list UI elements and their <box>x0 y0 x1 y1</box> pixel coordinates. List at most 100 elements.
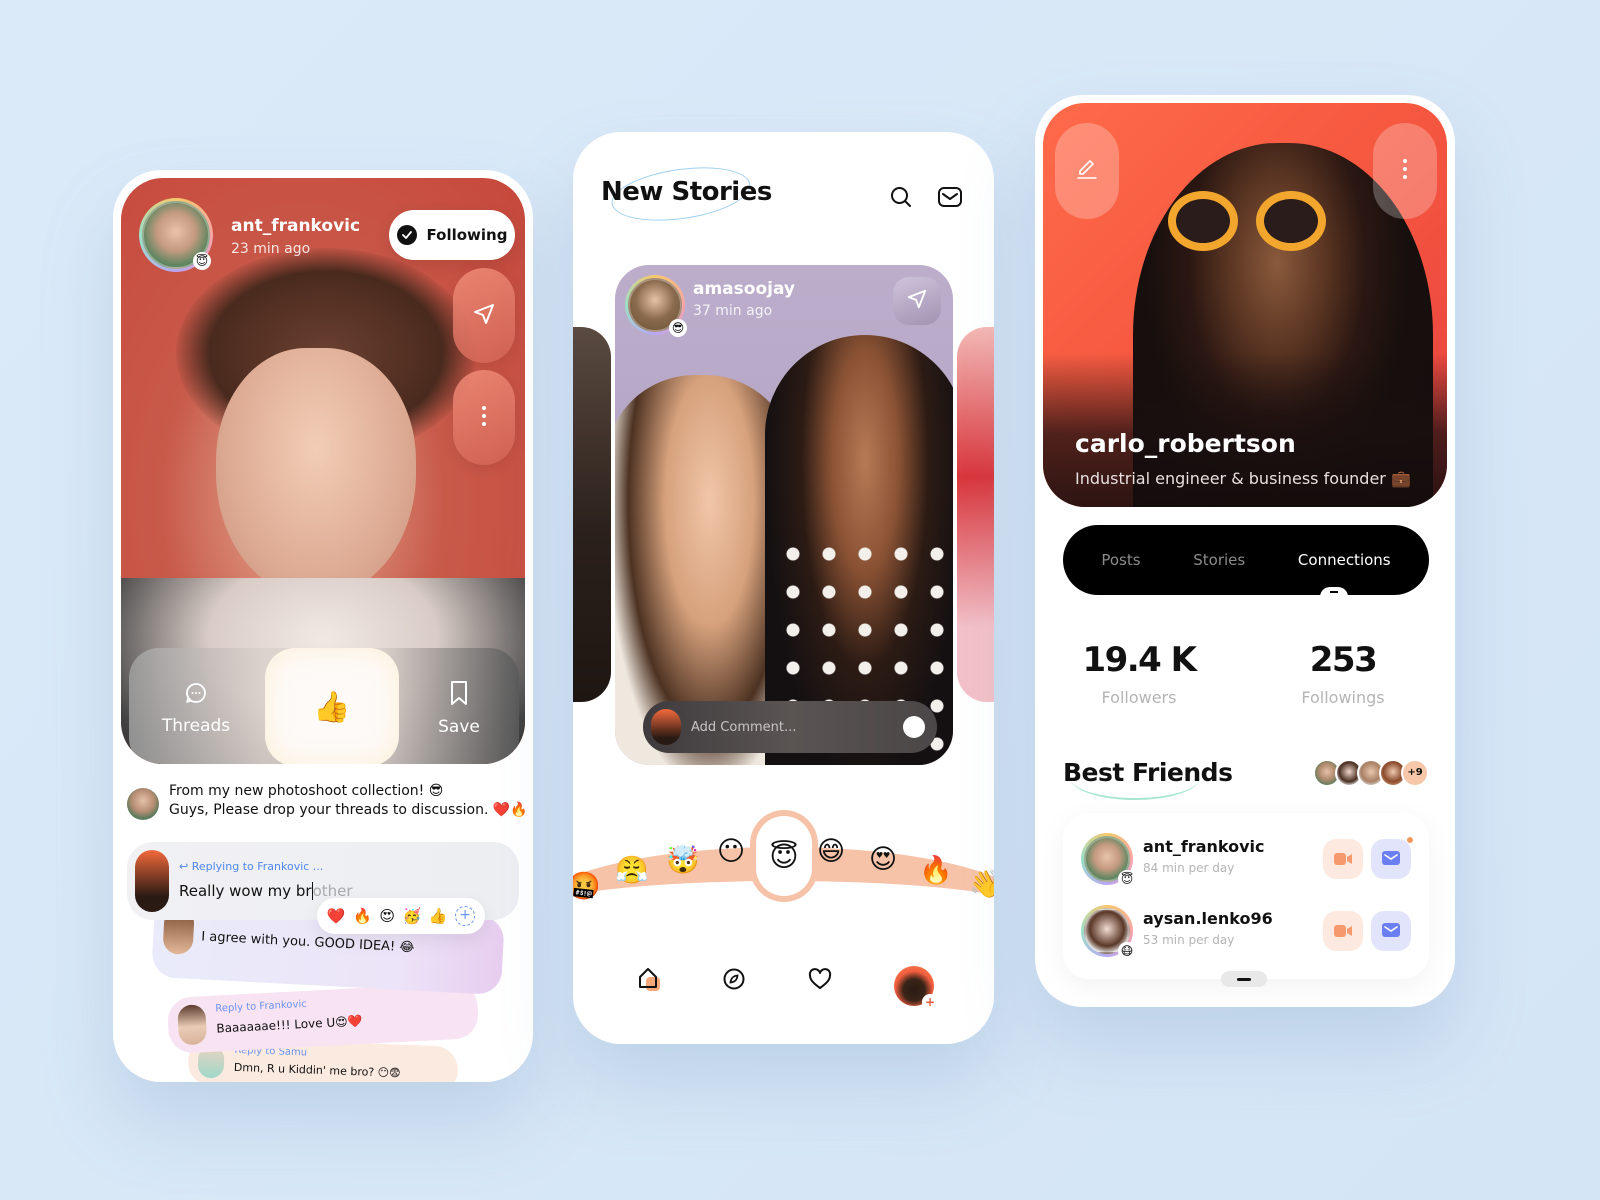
friend-avatar: 😷 <box>1081 905 1136 960</box>
best-friends-title: Best Friends <box>1063 758 1233 787</box>
post-action-bar: Threads 👍 Save <box>129 648 519 764</box>
reaction-emoji[interactable]: 🔥 <box>919 854 953 886</box>
heart-icon <box>808 968 832 994</box>
previous-story[interactable] <box>573 327 611 702</box>
story-author-avatar[interactable]: 😎 <box>625 275 687 337</box>
reply-input[interactable]: Really wow my brother <box>179 882 353 900</box>
friend-row[interactable]: 😷 aysan.lenko96 53 min per day <box>1081 905 1421 960</box>
profile-screen: carlo_robertson Industrial engineer & bu… <box>1035 95 1455 1007</box>
nav-explore[interactable] <box>719 966 749 996</box>
selected-reaction[interactable]: 😇 <box>756 816 812 896</box>
reaction-heart[interactable]: ❤️ <box>327 907 346 925</box>
edit-icon <box>1075 157 1099 185</box>
mail-icon <box>937 186 963 212</box>
story-username[interactable]: amasoojay <box>693 279 795 299</box>
followers-count: 19.4 K <box>1082 640 1197 680</box>
author-avatar[interactable]: 😇 <box>139 198 213 272</box>
tab-posts[interactable]: Posts <box>1101 551 1140 569</box>
followers-stat[interactable]: 19.4 K Followers <box>1059 640 1219 707</box>
mood-badge: 😇 <box>1118 870 1136 888</box>
explore-icon <box>722 967 746 995</box>
tab-connections[interactable]: Connections <box>1298 551 1391 569</box>
video-call-button[interactable] <box>1323 839 1363 879</box>
add-reaction-icon[interactable]: + <box>455 906 476 926</box>
sticker-icon[interactable] <box>903 716 925 738</box>
caption-line-2: Guys, Please drop your threads to discus… <box>169 802 528 818</box>
video-call-button[interactable] <box>1323 911 1363 951</box>
share-icon <box>472 302 496 330</box>
nav-home[interactable] <box>635 966 665 996</box>
friend-avatar: 😇 <box>1081 833 1136 888</box>
mood-badge: 😎 <box>669 319 687 337</box>
chat-bubble-icon <box>184 681 208 710</box>
video-icon <box>1334 922 1352 941</box>
my-avatar <box>135 850 169 912</box>
message-button[interactable] <box>1371 911 1411 951</box>
nav-profile-avatar[interactable]: + <box>894 966 938 1010</box>
reaction-thumbs-up[interactable]: 👍 <box>429 907 448 925</box>
friend-usage: 84 min per day <box>1143 861 1235 875</box>
reaction-emoji[interactable]: 😄 <box>817 836 845 867</box>
more-button[interactable] <box>453 370 515 465</box>
reaction-emoji[interactable]: 👋 <box>969 868 994 900</box>
edit-profile-button[interactable] <box>1055 123 1119 219</box>
add-story-icon[interactable]: + <box>922 994 938 1010</box>
share-story-button[interactable] <box>893 277 941 325</box>
story-time: 37 min ago <box>693 303 773 319</box>
best-friends-list: 😇 ant_frankovic 84 min per day 😷 aysan.l… <box>1063 813 1429 979</box>
following-label: Following <box>426 226 508 244</box>
friend-username: aysan.lenko96 <box>1143 909 1273 928</box>
reaction-fire[interactable]: 🔥 <box>353 907 372 925</box>
add-comment-input[interactable]: Add Comment... <box>691 720 903 735</box>
reaction-emoji[interactable]: 😶 <box>717 836 745 867</box>
more-friends-count[interactable]: +9 <box>1401 759 1429 787</box>
nav-favorites[interactable] <box>805 966 835 996</box>
reaction-party[interactable]: 🥳 <box>403 907 422 925</box>
profile-more-button[interactable] <box>1373 123 1437 219</box>
reaction-emoji[interactable]: 🤯 <box>666 844 700 876</box>
bookmark-icon <box>449 680 469 711</box>
followings-count: 253 <box>1309 640 1378 680</box>
profile-tabs: Posts Stories Connections <box>1063 525 1429 595</box>
replying-to-label: ↩ Replying to Frankovic ... <box>179 860 324 873</box>
post-photo: 😇 ant_frankovic 23 min ago Following Thr… <box>121 178 525 764</box>
friend-username: ant_frankovic <box>1143 837 1265 856</box>
save-button[interactable]: Save <box>404 648 514 764</box>
new-message-dot <box>1407 837 1413 843</box>
messages-button[interactable] <box>936 185 964 213</box>
message-button[interactable] <box>1371 837 1413 879</box>
story-card[interactable]: 😎 amasoojay 37 min ago Add Comment... <box>615 265 953 765</box>
post-screen: 😇 ant_frankovic 23 min ago Following Thr… <box>113 170 533 1082</box>
caption-avatar <box>127 788 159 820</box>
friend-row[interactable]: 😇 ant_frankovic 84 min per day <box>1081 833 1421 888</box>
share-button[interactable] <box>453 268 515 363</box>
followers-label: Followers <box>1101 688 1177 707</box>
friend-usage: 53 min per day <box>1143 933 1235 947</box>
followings-label: Followings <box>1301 688 1385 707</box>
next-story[interactable] <box>957 327 994 702</box>
like-button[interactable]: 👍 <box>265 648 399 764</box>
expand-list-handle[interactable] <box>1221 971 1267 987</box>
search-button[interactable] <box>887 185 915 213</box>
reaction-emoji[interactable]: 😍 <box>869 844 897 875</box>
home-icon <box>636 965 664 997</box>
tab-stories[interactable]: Stories <box>1193 551 1245 569</box>
thumbs-up-icon: 👍 <box>313 689 351 725</box>
active-tab-indicator <box>1320 587 1348 597</box>
followings-stat[interactable]: 253 Followings <box>1263 640 1423 707</box>
comment-item[interactable]: Reply to Frankovic Baaaaaae!!! Love U😍❤️ <box>166 981 480 1055</box>
author-username[interactable]: ant_frankovic <box>231 216 360 236</box>
more-vertical-icon <box>1402 158 1408 184</box>
my-avatar <box>651 709 681 745</box>
profile-username: carlo_robertson <box>1075 429 1296 458</box>
comment-reply-to: Reply to Frankovic <box>215 998 308 1015</box>
reaction-emoji[interactable]: 😤 <box>615 854 649 886</box>
comment-avatar <box>177 1004 208 1046</box>
more-vertical-icon <box>481 405 487 431</box>
stories-screen: New Stories 😎 amasoojay 37 min ago Add C… <box>573 132 994 1044</box>
following-button[interactable]: Following <box>389 210 515 260</box>
reaction-emoji[interactable]: 🤬 <box>573 870 601 902</box>
reaction-heart-eyes[interactable]: 😍 <box>379 907 395 925</box>
mood-badge: 😇 <box>193 252 211 270</box>
threads-button[interactable]: Threads <box>141 648 251 764</box>
